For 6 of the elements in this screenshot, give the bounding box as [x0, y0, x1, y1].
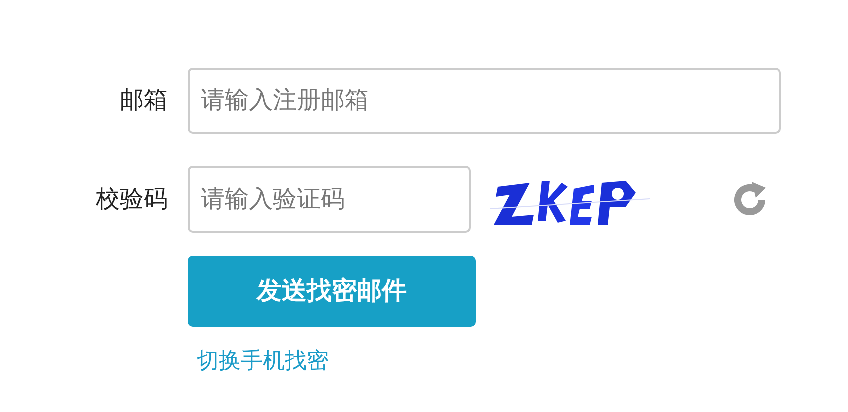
captcha-field[interactable]: 请输入验证码: [188, 166, 471, 233]
field-label: 邮箱: [119, 86, 168, 116]
send-email-button[interactable]: 发送找密邮件: [188, 256, 476, 327]
field-label: 校验码: [95, 184, 168, 214]
switch-phone-link[interactable]: 切换手机找密: [197, 344, 329, 377]
email-field[interactable]: 请输入注册邮箱: [188, 68, 781, 134]
